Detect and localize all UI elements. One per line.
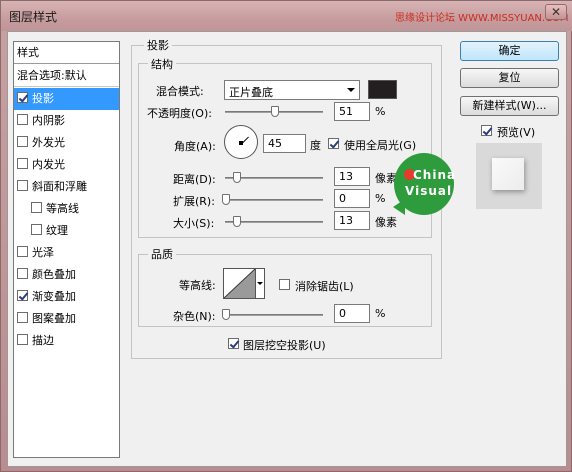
style-item[interactable]: 内阴影 (14, 110, 119, 132)
style-item[interactable]: 等高线 (14, 198, 119, 220)
style-item-label: 描边 (32, 334, 54, 347)
knockout-label[interactable]: 图层挖空投影(U) (243, 337, 326, 353)
style-item-checkbox[interactable] (17, 158, 28, 169)
style-item-checkbox[interactable] (17, 268, 28, 279)
noise-unit: % (375, 307, 386, 320)
structure-title: 结构 (148, 56, 176, 72)
drop-shadow-title: 投影 (144, 37, 172, 53)
noise-input[interactable]: 0 (334, 304, 370, 323)
shadow-color-swatch[interactable] (368, 80, 397, 99)
styles-header[interactable]: 样式 (14, 42, 119, 64)
style-item-label: 外发光 (32, 136, 65, 149)
distance-slider-thumb[interactable] (233, 172, 241, 183)
watermark-text: 思缘设计论坛 WWW.MISSYUAN.COM (395, 13, 569, 24)
close-icon: ✕ (550, 5, 562, 19)
spread-slider-track[interactable] (225, 199, 323, 201)
opacity-unit: % (375, 105, 386, 118)
angle-dial[interactable] (224, 125, 258, 159)
global-light-label[interactable]: 使用全局光(G) (344, 137, 416, 153)
blend-options-item[interactable]: 混合选项:默认 (14, 65, 119, 87)
style-item[interactable]: 外发光 (14, 132, 119, 154)
style-item[interactable]: 描边 (14, 330, 119, 352)
distance-input[interactable]: 13 (334, 167, 370, 186)
style-item[interactable]: 图案叠加 (14, 308, 119, 330)
size-label: 大小(S): (173, 217, 215, 230)
style-preview-thumbnail (476, 143, 542, 209)
style-item-label: 纹理 (46, 224, 68, 237)
noise-slider-track[interactable] (225, 314, 323, 316)
style-item-label: 图案叠加 (32, 312, 76, 325)
style-item[interactable]: 纹理 (14, 220, 119, 242)
style-item-label: 等高线 (46, 202, 79, 215)
noise-label: 杂色(N): (173, 310, 216, 323)
global-light-checkbox[interactable] (328, 138, 339, 149)
reset-button[interactable]: 复位 (460, 68, 559, 88)
blend-mode-label: 混合模式: (156, 85, 204, 98)
blend-mode-select[interactable]: 正片叠底 (224, 80, 360, 100)
contour-picker[interactable] (223, 268, 256, 299)
logo-line-1: China (413, 168, 457, 182)
size-slider-thumb[interactable] (233, 216, 241, 227)
preview-label[interactable]: 预览(V) (497, 124, 535, 140)
preview-swatch (492, 158, 524, 190)
style-item[interactable]: 投影 (14, 88, 119, 110)
style-item[interactable]: 斜面和浮雕 (14, 176, 119, 198)
style-item-checkbox[interactable] (31, 202, 42, 213)
distance-label: 距离(D): (173, 173, 216, 186)
knockout-checkbox[interactable] (228, 338, 239, 349)
opacity-slider-thumb[interactable] (271, 106, 279, 117)
spread-label: 扩展(R): (173, 195, 215, 208)
window-title: 图层样式 (9, 10, 58, 24)
layer-style-dialog: 图层样式 思缘设计论坛 WWW.MISSYUAN.COM ✕ 样式 混合选项:默… (0, 0, 572, 472)
style-item-label: 内发光 (32, 158, 65, 171)
spread-unit: % (375, 192, 386, 205)
style-item-checkbox[interactable] (17, 334, 28, 345)
style-item[interactable]: 光泽 (14, 242, 119, 264)
style-item-label: 颜色叠加 (32, 268, 76, 281)
style-item[interactable]: 内发光 (14, 154, 119, 176)
antialias-label[interactable]: 消除锯齿(L) (295, 278, 354, 294)
size-input[interactable]: 13 (334, 211, 370, 230)
antialias-checkbox[interactable] (279, 279, 290, 290)
style-item-checkbox[interactable] (17, 180, 28, 191)
ok-button[interactable]: 确定 (460, 41, 559, 61)
angle-dial-center (239, 141, 243, 145)
chevron-down-icon (347, 88, 355, 92)
close-button[interactable]: ✕ (545, 4, 567, 20)
title-bar[interactable]: 图层样式 思缘设计论坛 WWW.MISSYUAN.COM ✕ (1, 1, 572, 31)
size-unit: 像素 (375, 216, 397, 229)
logo-line-2: Visual (405, 184, 453, 198)
new-style-button[interactable]: 新建样式(W)... (460, 96, 559, 116)
quality-title: 品质 (148, 246, 176, 262)
style-item-checkbox[interactable] (17, 92, 28, 103)
style-item[interactable]: 颜色叠加 (14, 264, 119, 286)
contour-dropdown-button[interactable] (255, 268, 265, 299)
style-item-checkbox[interactable] (31, 224, 42, 235)
opacity-label: 不透明度(O): (147, 107, 212, 120)
style-item-checkbox[interactable] (17, 114, 28, 125)
style-item-label: 斜面和浮雕 (32, 180, 87, 193)
angle-input[interactable]: 45 (263, 134, 306, 153)
style-item-checkbox[interactable] (17, 246, 28, 257)
style-item-label: 光泽 (32, 246, 54, 259)
dialog-body: 样式 混合选项:默认 投影内阴影外发光内发光斜面和浮雕等高线纹理光泽颜色叠加渐变… (7, 31, 567, 467)
style-item-label: 内阴影 (32, 114, 65, 127)
blend-mode-value: 正片叠底 (229, 86, 273, 99)
styles-list: 样式 混合选项:默认 投影内阴影外发光内发光斜面和浮雕等高线纹理光泽颜色叠加渐变… (13, 41, 120, 458)
contour-label: 等高线: (179, 279, 216, 292)
style-item-checkbox[interactable] (17, 136, 28, 147)
spread-slider-thumb[interactable] (222, 194, 230, 205)
angle-unit: 度 (310, 139, 321, 152)
spread-input[interactable]: 0 (334, 189, 370, 208)
opacity-input[interactable]: 51 (334, 102, 370, 121)
style-item-checkbox[interactable] (17, 312, 28, 323)
style-item-label: 渐变叠加 (32, 290, 76, 303)
noise-slider-thumb[interactable] (222, 309, 230, 320)
style-item-checkbox[interactable] (17, 290, 28, 301)
angle-label: 角度(A): (174, 140, 216, 153)
style-item-label: 投影 (32, 92, 54, 105)
contour-curve-icon (223, 268, 256, 299)
style-item[interactable]: 渐变叠加 (14, 286, 119, 308)
preview-checkbox[interactable] (481, 125, 492, 136)
